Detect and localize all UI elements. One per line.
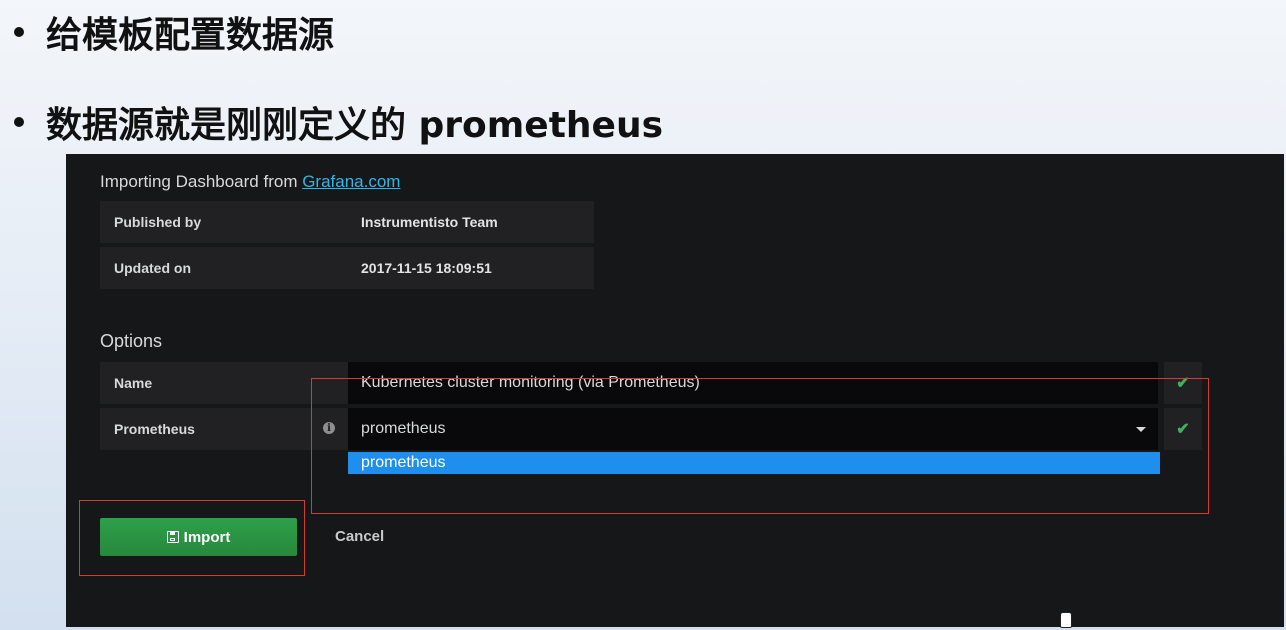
info-icon[interactable]: i [323,422,335,434]
prometheus-datasource-select[interactable]: prometheus [348,408,1158,450]
import-heading-prefix: Importing Dashboard from [100,172,303,191]
dropdown-option-prometheus[interactable]: prometheus [348,452,1160,474]
prometheus-select-value: prometheus [361,420,446,437]
cancel-button[interactable]: Cancel [335,528,384,545]
published-by-value: Instrumentisto Team [361,214,498,230]
bullet-2-text: 数据源就是刚刚定义的 prometheus [46,105,664,146]
check-icon: ✔ [1164,408,1202,450]
import-heading: Importing Dashboard from Grafana.com [100,172,400,192]
name-label: Name [100,362,346,404]
updated-on-row: Updated on 2017-11-15 18:09:51 [100,247,594,289]
bullet-dot [14,27,24,37]
check-icon: ✔ [1164,362,1202,404]
prometheus-label: Prometheus [100,408,346,450]
mouse-cursor-icon [1060,612,1072,628]
options-title: Options [100,331,163,351]
bullet-dot [14,117,24,127]
import-button[interactable]: Import [100,518,297,556]
published-by-label: Published by [114,214,202,230]
name-field[interactable]: Kubernetes cluster monitoring (via Prome… [348,362,1158,404]
slide-bullet-1: 给模板配置数据源 [14,6,334,58]
import-button-label: Import [183,528,231,546]
import-dashboard-panel: Importing Dashboard from Grafana.com Pub… [66,154,1284,628]
caret-down-icon[interactable] [1136,427,1146,432]
save-icon [166,531,179,543]
published-by-row: Published by Instrumentisto Team [100,201,594,243]
slide-bullet-2: 数据源就是刚刚定义的 prometheus [14,96,663,148]
bullet-1-text: 给模板配置数据源 [46,15,335,56]
grafana-link[interactable]: Grafana.com [302,172,400,191]
updated-on-label: Updated on [114,260,191,276]
updated-on-value: 2017-11-15 18:09:51 [361,260,492,276]
